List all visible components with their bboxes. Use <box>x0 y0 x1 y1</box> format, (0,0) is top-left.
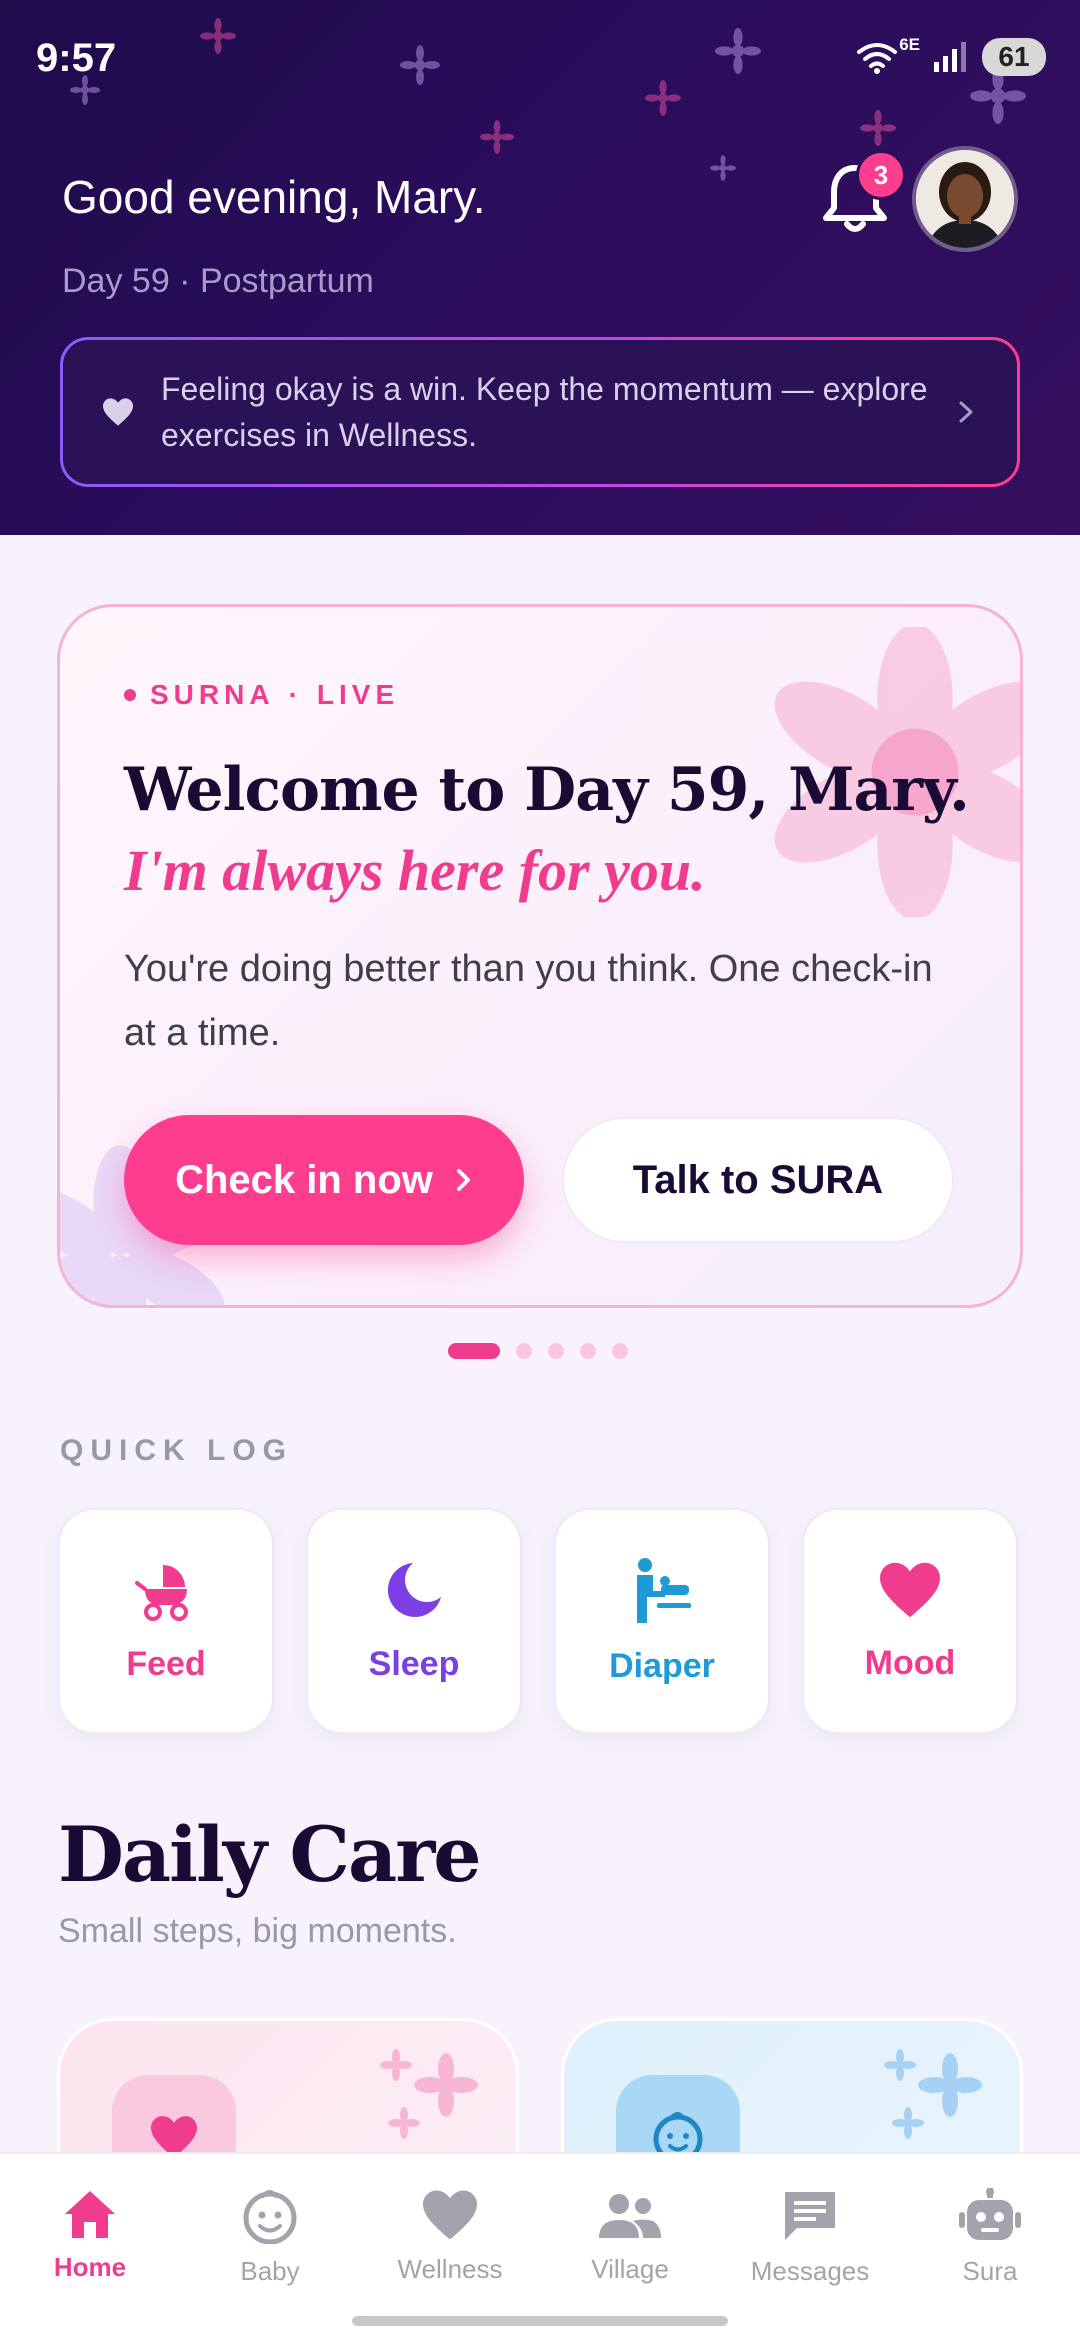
banner-message: Feeling okay is a win. Keep the momentum… <box>161 371 928 453</box>
heart-icon <box>103 398 133 426</box>
moon-icon <box>387 1562 441 1617</box>
nav-label-baby: Baby <box>240 2256 300 2286</box>
chevron-right-icon <box>456 1169 470 1191</box>
quick-log-mood[interactable]: Mood <box>802 1508 1018 1734</box>
sparkle-icon <box>645 80 681 116</box>
live-status: LIVE <box>316 679 400 710</box>
baby-changing-icon <box>637 1557 691 1623</box>
nav-label-wellness: Wellness <box>397 2254 503 2284</box>
live-indicator: SURNA · LIVE <box>124 679 399 711</box>
carousel-indicator[interactable] <box>448 1343 628 1359</box>
hero-title: Welcome to Day 59, Mary. <box>124 755 970 825</box>
quick-log-feed[interactable]: Feed <box>58 1508 274 1734</box>
quick-log-title: QUICK LOG <box>60 1434 293 1467</box>
notification-button[interactable]: 3 <box>820 150 906 240</box>
flower-decoration-icon <box>380 2049 478 2139</box>
status-icons: 6E 61 <box>855 35 1046 76</box>
wellness-banner[interactable]: Feeling okay is a win. Keep the momentum… <box>60 337 1020 487</box>
carousel-dot[interactable] <box>448 1343 500 1359</box>
nav-label-home: Home <box>53 2252 127 2282</box>
nav-messages[interactable]: Messages <box>720 2154 900 2340</box>
hero-subtitle: I'm always here for you. <box>124 838 706 903</box>
chat-icon <box>785 2192 835 2240</box>
sparkle-icon <box>200 18 236 54</box>
robot-icon <box>959 2188 1021 2240</box>
network-label: 6E <box>899 35 920 54</box>
carousel-dot[interactable] <box>580 1343 596 1359</box>
live-brand: SURNA <box>150 679 275 710</box>
nav-label-village: Village <box>591 2254 669 2284</box>
nav-label-sura: Sura <box>962 2256 1018 2286</box>
check-in-label: Check in now <box>175 1157 433 1202</box>
quick-log-diaper-label: Diaper <box>609 1646 715 1685</box>
home-icon <box>65 2191 115 2238</box>
day-label: Day 59 · Postpartum <box>62 262 374 300</box>
baby-face-icon <box>243 2190 297 2244</box>
greeting: Good evening, Mary. <box>62 171 486 223</box>
chevron-right-icon <box>959 401 973 423</box>
bottom-nav: Home Baby Wellness Village Messages Sura <box>0 2152 1080 2340</box>
heart-icon <box>880 1562 940 1617</box>
quick-log-feed-label: Feed <box>126 1644 206 1683</box>
home-indicator[interactable] <box>352 2316 728 2326</box>
nav-village[interactable]: Village <box>540 2154 720 2340</box>
carousel-dot[interactable] <box>548 1343 564 1359</box>
signal-icon <box>934 42 966 72</box>
nav-wellness[interactable]: Wellness <box>360 2154 540 2340</box>
quick-log-grid: Feed Sleep Diaper Mood <box>58 1508 1018 1734</box>
quick-log-sleep[interactable]: Sleep <box>306 1508 522 1734</box>
carousel-dot[interactable] <box>612 1343 628 1359</box>
sparkle-icon <box>400 45 440 85</box>
stroller-icon <box>135 1564 188 1621</box>
status-time: 9:57 <box>36 36 117 80</box>
sparkle-icon <box>970 68 1026 124</box>
hero-card: SURNA · LIVE Welcome to Day 59, Mary. I'… <box>57 604 1023 1308</box>
sparkle-icon <box>480 120 514 154</box>
battery-indicator: 61 <box>982 38 1046 76</box>
people-icon <box>599 2194 661 2238</box>
sparkle-icon <box>715 28 761 74</box>
sparkle-icon <box>860 110 896 146</box>
talk-to-sura-button[interactable]: Talk to SURA <box>562 1117 954 1243</box>
carousel-dot[interactable] <box>516 1343 532 1359</box>
live-separator: · <box>288 679 303 710</box>
hero-body: You're doing better than you think. One … <box>124 948 933 1054</box>
header: 9:57 6E 61 Good evening, Mary. Day 59 · … <box>0 0 1080 535</box>
quick-log-mood-label: Mood <box>864 1643 956 1682</box>
nav-baby[interactable]: Baby <box>180 2154 360 2340</box>
wifi-icon <box>857 43 898 74</box>
live-dot <box>124 689 136 701</box>
daily-care-title: Daily Care <box>58 1810 482 1899</box>
nav-sura[interactable]: Sura <box>900 2154 1080 2340</box>
quick-log-diaper[interactable]: Diaper <box>554 1508 770 1734</box>
flower-decoration-icon <box>884 2049 982 2139</box>
sparkle-icon <box>710 155 736 181</box>
nav-label-messages: Messages <box>750 2256 870 2286</box>
check-in-button[interactable]: Check in now <box>124 1115 524 1245</box>
daily-care-subtitle: Small steps, big moments. <box>58 1912 457 1950</box>
nav-home[interactable]: Home <box>0 2154 180 2340</box>
heart-icon <box>423 2190 477 2240</box>
quick-log-sleep-label: Sleep <box>368 1644 460 1683</box>
avatar-image <box>916 150 1014 248</box>
profile-avatar[interactable] <box>912 146 1018 252</box>
notification-badge: 3 <box>856 150 906 200</box>
